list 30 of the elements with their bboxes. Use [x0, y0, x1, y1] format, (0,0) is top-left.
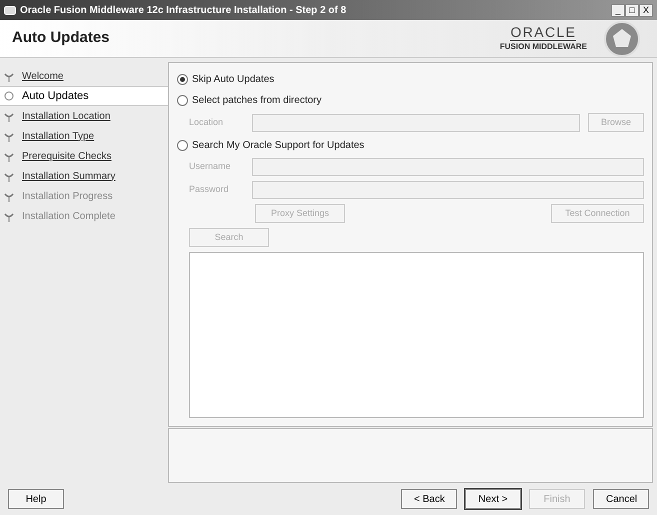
radio-label: Search My Oracle Support for Updates: [192, 138, 364, 152]
step-link[interactable]: Installation Type: [22, 128, 94, 144]
back-button[interactable]: < Back: [401, 489, 457, 509]
logo-text: ORACLE: [510, 24, 576, 41]
step-indicator-icon: [4, 90, 14, 102]
field-label: Username: [189, 160, 232, 174]
step-link[interactable]: Prerequisite Checks: [22, 148, 112, 164]
radio-button[interactable]: [177, 74, 188, 84]
window-title: Oracle Fusion Middleware 12c Infrastructure Installation - Step 2 of 8: [20, 4, 348, 18]
page-title: Auto Updates: [12, 28, 110, 48]
radio-label: Select patches from directory: [192, 94, 322, 108]
next-button[interactable]: Next >: [465, 489, 521, 509]
field-label: Location: [189, 116, 224, 129]
radio-label: Skip Auto Updates: [192, 72, 274, 86]
cancel-button[interactable]: Cancel: [593, 489, 649, 509]
window-icon: [4, 6, 16, 14]
step-link[interactable]: Installation Summary: [22, 168, 116, 184]
step-label: Auto Updates: [22, 88, 89, 104]
close-button[interactable]: X: [639, 4, 653, 16]
logo-subtext: FUSION MIDDLEWARE: [500, 41, 587, 53]
radio-button[interactable]: [177, 94, 188, 106]
step-label: Installation Progress: [22, 190, 113, 204]
help-button[interactable]: Help: [8, 489, 64, 509]
maximize-button[interactable]: □: [625, 4, 639, 16]
field-label: Password: [189, 183, 230, 196]
radio-button[interactable]: [177, 140, 188, 150]
minimize-button[interactable]: _: [611, 4, 625, 16]
step-link[interactable]: Installation Location: [22, 108, 110, 124]
step-link[interactable]: Welcome: [22, 68, 64, 84]
step-label: Installation Complete: [22, 210, 116, 224]
